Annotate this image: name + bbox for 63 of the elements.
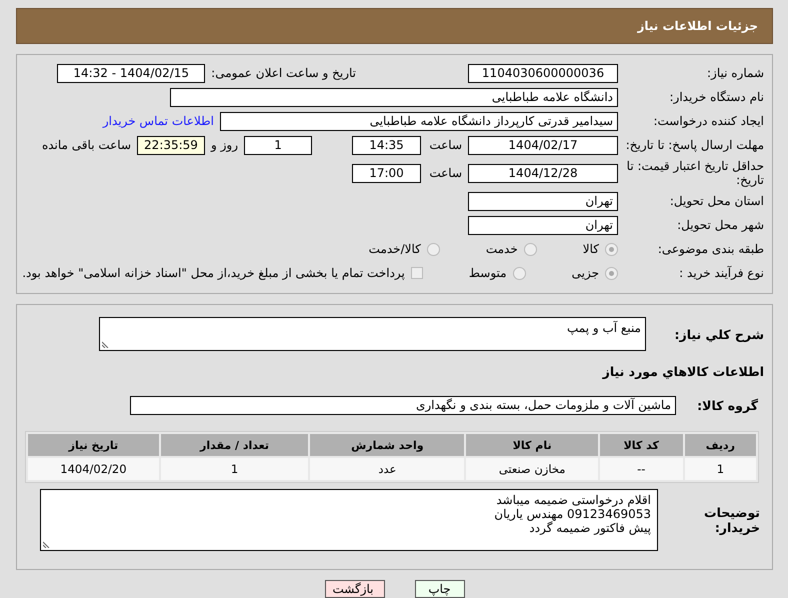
field-label: تاریخ و ساعت اعلان عمومی: (211, 66, 356, 80)
resize-grip-icon[interactable] (102, 341, 109, 348)
column-header: واحد شمارش (310, 434, 464, 456)
field-label: مهلت ارسال پاسخ: تا تاریخ: (624, 138, 764, 152)
back-button[interactable]: بازگشت (324, 580, 384, 598)
deadline-time-field: 14:35 (352, 136, 421, 154)
radio-button[interactable] (605, 242, 618, 256)
days-field: 1 (244, 136, 312, 154)
goods-group-field: ماشین آلات و ملزومات حمل، بسته بندی و نگهداری (130, 396, 676, 414)
table-cell: عدد (310, 458, 464, 480)
requester-field: سیدامیر قدرتی کارپرداز دانشگاه علامه طباطبایی (220, 112, 618, 130)
section-title: اطلاعات کالاهاي مورد نياز (602, 364, 764, 378)
field-label: ایجاد کننده درخواست: (652, 114, 764, 128)
table-cell: 1 (684, 458, 756, 480)
header-title: جزئیات اطلاعات نیاز (637, 19, 758, 33)
table-cell: -- (600, 458, 683, 480)
buyer-org-field: دانشگاه علامه طباطبایی (170, 88, 618, 106)
checkbox[interactable] (410, 267, 423, 279)
radio-button[interactable] (512, 266, 526, 280)
field-label: نوع فرآیند خرید : (678, 266, 764, 280)
field-label: شهر محل تحویل: (676, 218, 764, 232)
deadline-date-field: 1404/02/17 (468, 136, 618, 154)
field-label: استان محل تحویل: (668, 194, 764, 208)
field-label: نام دستگاه خریدار: (668, 90, 764, 104)
resize-grip-icon[interactable] (43, 541, 50, 548)
radio-label: جزیی (572, 266, 599, 280)
field-label: توضیحات خریدار: (703, 505, 761, 535)
buyer-contact-link[interactable]: اطلاعات تماس خریدار (102, 114, 214, 128)
remaining-time-field: 22:35:59 (137, 136, 205, 154)
column-header: تعداد / مقدار (160, 434, 308, 456)
days-label: روز و (211, 138, 238, 152)
announce-date-field: 1404/02/15 - 14:32 (57, 64, 206, 82)
need-number-field: 1104030600000036 (468, 64, 618, 82)
radio-button[interactable] (605, 266, 618, 280)
radio-button[interactable] (524, 242, 537, 256)
radio-label: کالا/خدمت (368, 242, 421, 256)
radio-label: متوسط (468, 266, 507, 280)
city-field: تهران (468, 216, 618, 234)
field-label: طبقه بندی موضوعی: (656, 242, 764, 256)
radio-label: کالا (582, 242, 599, 256)
checkbox-label: پرداخت تمام یا بخشی از مبلغ خرید،از محل "اسناد خزانه اسلامی" خواهد بود. (22, 266, 405, 280)
validity-time-field: 17:00 (352, 164, 421, 182)
column-header: کد کالا (600, 434, 683, 456)
table-cell: 1404/02/20 (28, 458, 159, 480)
radio-label: خدمت (486, 242, 518, 256)
validity-date-field: 1404/12/28 (468, 164, 618, 182)
field-label: حداقل تاریخ اعتبار قیمت: تا تاریخ: (626, 159, 764, 187)
table-cell: مخازن صنعتی (466, 458, 598, 480)
radio-button[interactable] (426, 242, 440, 256)
field-label: شماره نیاز: (706, 66, 764, 80)
field-label: گروه کالا: (696, 398, 759, 412)
print-button[interactable]: چاپ (414, 580, 464, 598)
remaining-label: ساعت باقی مانده (42, 138, 131, 152)
time-label: ساعت (428, 166, 462, 180)
table-cell: 1 (160, 458, 308, 480)
time-label: ساعت (428, 138, 462, 152)
buyer-notes-field: اقلام درخواستی ضمیمه میباشد 09123469053 مهندس یاریان پیش فاکتور ضمیمه گردد (40, 489, 658, 551)
description-field: منبع آب و پمپ (99, 317, 646, 351)
column-header: نام کالا (466, 434, 598, 456)
column-header: ردیف (684, 434, 756, 456)
field-label: شرح کلي نياز: (674, 326, 764, 342)
column-header: تاریخ نیاز (28, 434, 159, 456)
province-field: تهران (468, 192, 618, 210)
